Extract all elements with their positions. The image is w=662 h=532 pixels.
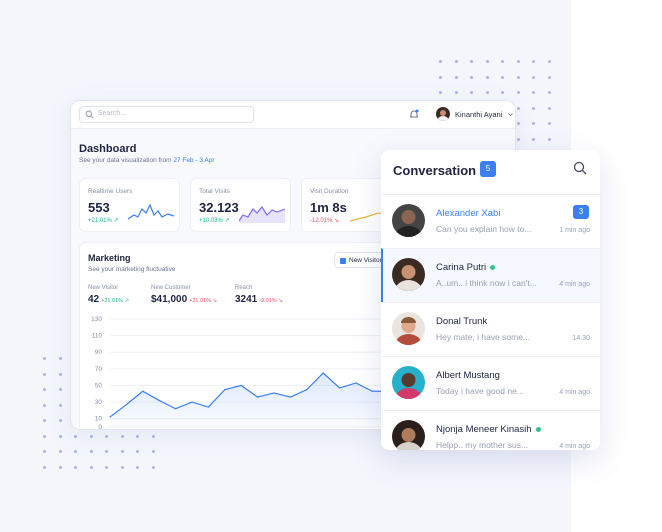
message-preview: A..um.. i think now i can't... xyxy=(436,278,537,288)
message-time: 4 min ago xyxy=(559,281,590,288)
message-preview: Can you explain how to... xyxy=(436,224,532,234)
marketing-subtitle: See your marketing fluctuative xyxy=(88,266,176,273)
data-point xyxy=(322,372,324,374)
conversation-item[interactable]: Donal Trunk Hey mate, i have some... 14.… xyxy=(381,302,600,356)
user-name[interactable]: Kinanthi Ayani xyxy=(455,110,502,119)
y-tick-label: 110 xyxy=(92,333,103,340)
data-point xyxy=(109,416,111,418)
search-icon xyxy=(85,110,94,119)
message-time: 1 min ago xyxy=(559,227,590,234)
stat-change: +10.03% ↗ xyxy=(199,218,230,224)
kpi-new-customer: New Customer $41,000 +21.01% ↘ xyxy=(151,285,218,305)
stat-label: Realtime Users xyxy=(88,188,133,195)
y-tick-label: 50 xyxy=(95,382,103,389)
online-indicator xyxy=(490,264,496,270)
avatar xyxy=(392,258,425,291)
conversation-panel: Conversation 5 Alexander Xabi Can you ex… xyxy=(381,150,600,450)
bell-icon[interactable] xyxy=(409,109,419,120)
data-point xyxy=(125,403,127,406)
contact-name: Alexander Xabi xyxy=(436,208,501,219)
data-point xyxy=(224,389,226,391)
contact-name: Njonja Meneer Kinasih xyxy=(436,424,541,435)
message-preview: Today i have good ne... xyxy=(436,386,524,396)
y-tick-label: 10 xyxy=(95,416,103,423)
page-subtitle: See your data visualization from 27 Feb … xyxy=(79,157,215,164)
data-point xyxy=(175,408,177,410)
data-point xyxy=(207,406,209,408)
message-preview: Hey mate, i have some... xyxy=(436,332,531,342)
stat-value: 1m 8s xyxy=(310,200,347,215)
y-tick-label: 90 xyxy=(95,349,103,356)
data-point xyxy=(191,401,193,403)
stat-label: Total Visits xyxy=(199,188,230,195)
data-point xyxy=(306,389,308,391)
search-placeholder: Search... xyxy=(98,110,127,117)
message-time: 4 min ago xyxy=(559,443,590,450)
page-title: Dashboard xyxy=(79,143,137,155)
data-point xyxy=(257,396,259,398)
stat-change: +21.01% ↗ xyxy=(88,218,119,224)
kpi-reach: Reach 3241 -9.01% ↘ xyxy=(235,285,283,305)
conversation-item[interactable]: Alexander Xabi Can you explain how to...… xyxy=(381,194,600,248)
legend-swatch xyxy=(340,258,346,264)
conversation-item[interactable]: Carina Putri A..um.. i think now i can't… xyxy=(381,248,600,302)
search-input[interactable]: Search... xyxy=(79,106,254,123)
stat-card-realtime-users[interactable]: Realtime Users 553 +21.01% ↗ xyxy=(79,178,180,232)
sparkline-realtime-users xyxy=(128,203,175,220)
contact-name: Carina Putri xyxy=(436,262,496,273)
stat-card-total-visits[interactable]: Total Visits 32.123 +10.03% ↗ xyxy=(190,178,291,232)
data-point xyxy=(289,396,291,398)
conversation-title: Conversation xyxy=(393,163,477,178)
date-range[interactable]: 27 Feb - 3 Apr xyxy=(173,157,214,164)
dashboard-topbar: Search... Kinanthi Ayani xyxy=(71,101,515,129)
message-time: 4 min ago xyxy=(559,389,590,396)
subtitle-text: See your data visualization from xyxy=(79,157,172,164)
chevron-down-icon[interactable] xyxy=(508,112,513,117)
y-tick-label: 70 xyxy=(95,366,103,373)
y-tick-label: 130 xyxy=(91,316,102,323)
data-point xyxy=(240,384,242,387)
message-time: 14.30 xyxy=(572,335,590,342)
conversation-item[interactable]: Albert Mustang Today i have good ne... 4… xyxy=(381,356,600,410)
kpi-new-visitor: New Visitor 42 +21.01% ↗ xyxy=(88,285,130,305)
data-point xyxy=(142,390,144,392)
y-tick-label: 30 xyxy=(95,399,103,406)
conversation-item[interactable]: Njonja Meneer Kinasih Helpp.. my mother … xyxy=(381,410,600,450)
stat-value: 553 xyxy=(88,200,110,215)
stat-value: 32.123 xyxy=(199,200,239,215)
avatar xyxy=(392,366,425,399)
unread-badge: 3 xyxy=(573,205,589,219)
data-point xyxy=(339,387,341,389)
data-point xyxy=(158,399,160,402)
data-point xyxy=(273,392,275,394)
y-tick-label: 0 xyxy=(98,424,102,430)
online-indicator xyxy=(535,426,541,432)
avatar xyxy=(392,420,425,450)
avatar xyxy=(392,204,425,237)
avatar[interactable] xyxy=(436,107,450,121)
data-point xyxy=(355,382,357,384)
data-point xyxy=(371,390,373,392)
avatar xyxy=(392,312,425,345)
sparkline-total-visits xyxy=(239,205,286,223)
conversation-count-badge: 5 xyxy=(480,161,496,177)
marketing-title: Marketing xyxy=(88,253,131,263)
search-icon[interactable] xyxy=(573,161,587,175)
contact-name: Donal Trunk xyxy=(436,316,488,327)
stat-change: -12.01% ↘ xyxy=(310,218,340,224)
contact-name: Albert Mustang xyxy=(436,370,500,381)
stat-label: Visit Duration xyxy=(310,188,349,195)
message-preview: Helpp.. my mother sus... xyxy=(436,440,529,450)
